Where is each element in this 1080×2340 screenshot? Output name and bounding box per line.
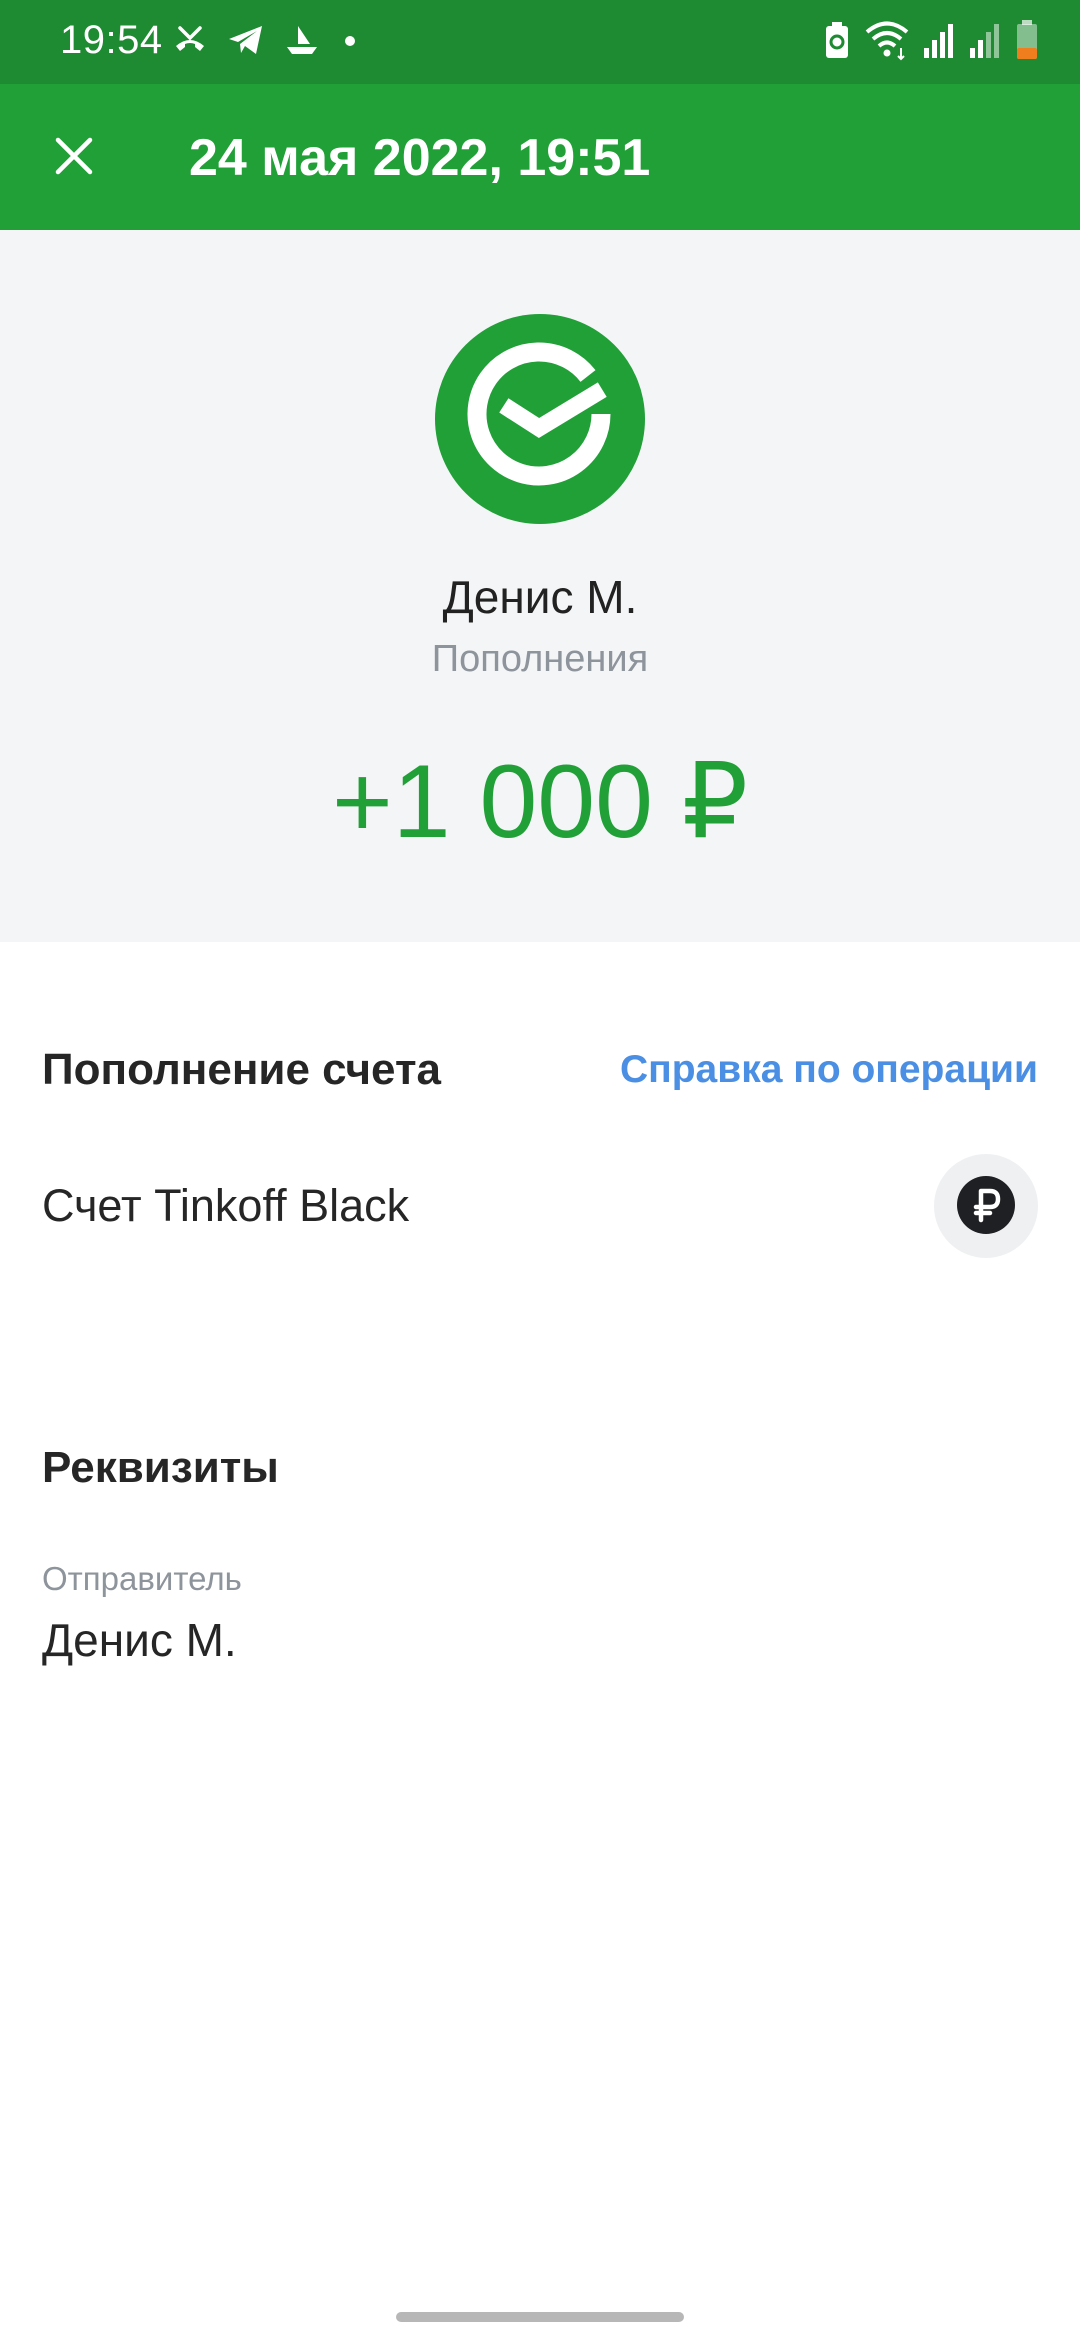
close-icon (52, 134, 96, 183)
transaction-category: Пополнения (431, 638, 649, 680)
battery-saver-icon (822, 18, 852, 67)
signal-2-icon (968, 18, 1002, 67)
operation-help-link[interactable]: Справка по операции (620, 1048, 1038, 1092)
boat-notification-icon (282, 20, 322, 65)
ruble-icon (934, 1154, 1038, 1258)
status-right-icons (822, 18, 1040, 66)
transaction-amount: +1 000 ₽ (331, 744, 749, 860)
account-row[interactable]: Счет Tinkoff Black (0, 1150, 1080, 1260)
notification-dot-icon (338, 20, 362, 65)
sber-logo-icon (435, 314, 645, 524)
sender-value: Денис М. (42, 1614, 237, 1666)
counterparty-name: Денис М. (442, 571, 638, 623)
details-title: Реквизиты (42, 1443, 279, 1492)
battery-icon (1014, 18, 1040, 67)
close-button[interactable] (36, 120, 112, 196)
status-bar: 19:54 (0, 0, 1080, 84)
missed-call-icon (170, 20, 210, 65)
page-title: 24 мая 2022, 19:51 (189, 129, 651, 187)
sender-label: Отправитель (42, 1560, 242, 1597)
wifi-icon (864, 18, 910, 67)
status-left-icons (170, 20, 362, 64)
signal-1-icon (922, 18, 956, 67)
telegram-icon (226, 20, 266, 65)
operation-title: Пополнение счета (42, 1045, 441, 1094)
home-indicator[interactable] (396, 2312, 684, 2322)
transaction-header: Денис М. Пополнения +1 000 ₽ (0, 230, 1080, 942)
top-app-bar: 24 мая 2022, 19:51 (0, 84, 1080, 230)
account-label: Счет Tinkoff Black (42, 1180, 410, 1231)
status-time: 19:54 (60, 18, 163, 62)
